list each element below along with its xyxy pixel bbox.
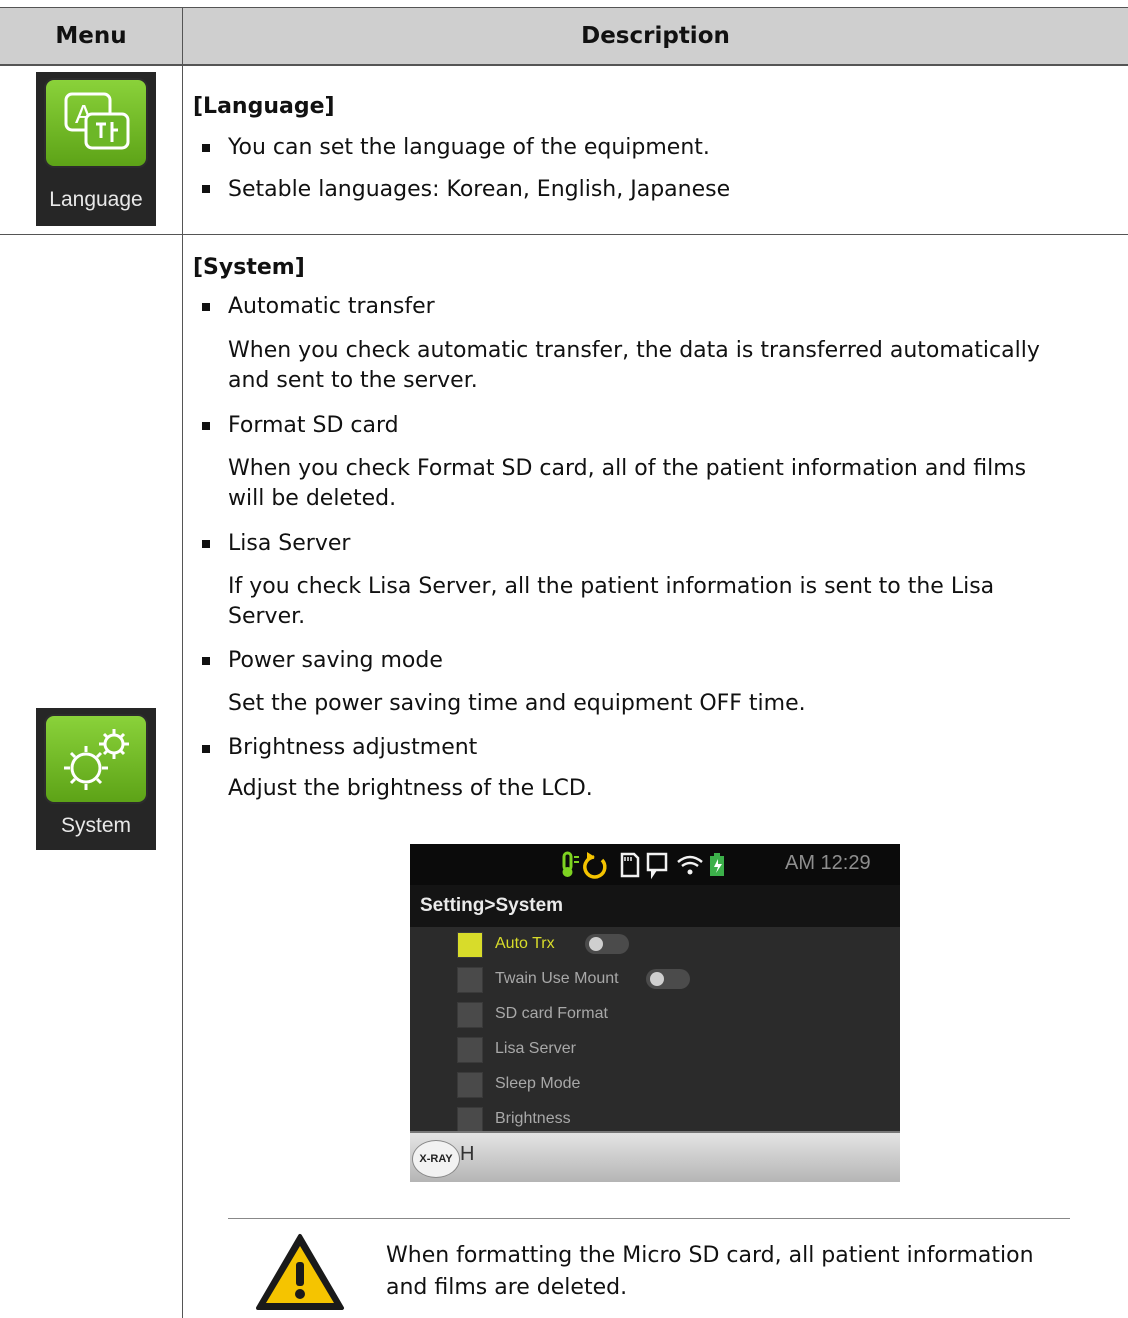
twain-use-mount-label: Twain Use Mount [495, 970, 619, 987]
header-bottom-border [0, 64, 1128, 66]
system-section-title: [System] [193, 255, 305, 280]
bullet-marker [202, 745, 210, 753]
automatic-transfer-desc-line1: When you check automatic transfer, the d… [228, 338, 1040, 363]
system-icon-label: System [60, 814, 131, 837]
device-clock: AM 12:29 [785, 852, 871, 874]
settings-table: Menu Description A Language [Language] Y… [0, 0, 1128, 1318]
power-saving-heading: Power saving mode [228, 648, 443, 673]
auto-trx-label: Auto Trx [495, 935, 555, 952]
note-divider [228, 1218, 1070, 1219]
bullet-marker [202, 540, 210, 548]
sleep-mode-label: Sleep Mode [495, 1075, 581, 1092]
header-description-label: Description [581, 23, 730, 49]
bullet-marker [202, 657, 210, 665]
lisa-server-desc-line2: Server. [228, 604, 306, 629]
gears-icon [44, 714, 148, 804]
brightness-label: Brightness [495, 1110, 571, 1127]
header-menu-cell: Menu [0, 8, 182, 64]
sd-card-icon [620, 852, 640, 878]
status-icons [562, 851, 724, 880]
twain-use-mount-toggle[interactable] [646, 969, 690, 989]
bullet-marker [202, 303, 210, 311]
rotate-icon [583, 852, 607, 879]
device-bottom-bar: X-RAY H [410, 1131, 900, 1182]
language-section-title: [Language] [193, 94, 335, 119]
format-sd-desc-line2: will be deleted. [228, 486, 397, 511]
sd-card-format-checkbox[interactable] [457, 1002, 483, 1028]
brightness-desc: Adjust the brightness of the LCD. [228, 776, 593, 801]
auto-trx-checkbox[interactable] [457, 932, 483, 958]
lisa-server-checkbox[interactable] [457, 1037, 483, 1063]
lisa-server-desc-line1: If you check Lisa Server, all the patien… [228, 574, 995, 599]
battery-charging-icon [710, 853, 724, 876]
thermometer-icon [562, 851, 579, 877]
device-settings-screenshot: AM 12:29 Setting>System Auto Trx Twain U… [410, 844, 900, 1182]
format-sd-desc-line1: When you check Format SD card, all of th… [228, 456, 1027, 481]
language-icon-label: Language [49, 188, 143, 211]
power-saving-desc: Set the power saving time and equipment … [228, 691, 806, 716]
auto-trx-toggle[interactable] [585, 934, 629, 954]
lisa-server-label: Lisa Server [495, 1040, 576, 1057]
automatic-transfer-desc-line2: and sent to the server. [228, 368, 478, 393]
brightness-checkbox[interactable] [457, 1107, 483, 1133]
language-bullet-2: Setable languages: Korean, English, Japa… [228, 177, 731, 202]
warning-icon [256, 1234, 344, 1310]
sleep-mode-checkbox[interactable] [457, 1072, 483, 1098]
bottom-bar-label: H [460, 1143, 475, 1165]
header-menu-label: Menu [55, 23, 127, 49]
sd-card-format-label: SD card Format [495, 1005, 608, 1022]
format-sd-heading: Format SD card [228, 413, 399, 438]
device-screen-title-text: Setting>System [420, 895, 564, 916]
warning-text-line1: When formatting the Micro SD card, all p… [386, 1243, 1034, 1268]
device-status-bar: AM 12:29 [410, 844, 900, 885]
bullet-marker [202, 185, 210, 193]
language-bullet-1: You can set the language of the equipmen… [228, 135, 710, 160]
column-divider [182, 7, 183, 1318]
row-divider [0, 234, 1128, 235]
xray-badge[interactable]: X-RAY [412, 1140, 460, 1178]
twain-use-mount-checkbox[interactable] [457, 967, 483, 993]
brightness-heading: Brightness adjustment [228, 735, 478, 760]
system-menu-icon-tile: System [36, 708, 156, 850]
header-description-cell: Description [183, 8, 1128, 64]
bullet-marker [202, 144, 210, 152]
wifi-icon [677, 855, 703, 875]
warning-text-line2: and films are deleted. [386, 1275, 628, 1300]
automatic-transfer-heading: Automatic transfer [228, 294, 435, 319]
sensor-icon [646, 852, 668, 880]
lisa-server-heading: Lisa Server [228, 531, 351, 556]
language-translate-icon: A [44, 78, 148, 168]
language-menu-icon-tile: A Language [36, 72, 156, 226]
device-screen-title: Setting>System [410, 885, 900, 927]
bullet-marker [202, 422, 210, 430]
